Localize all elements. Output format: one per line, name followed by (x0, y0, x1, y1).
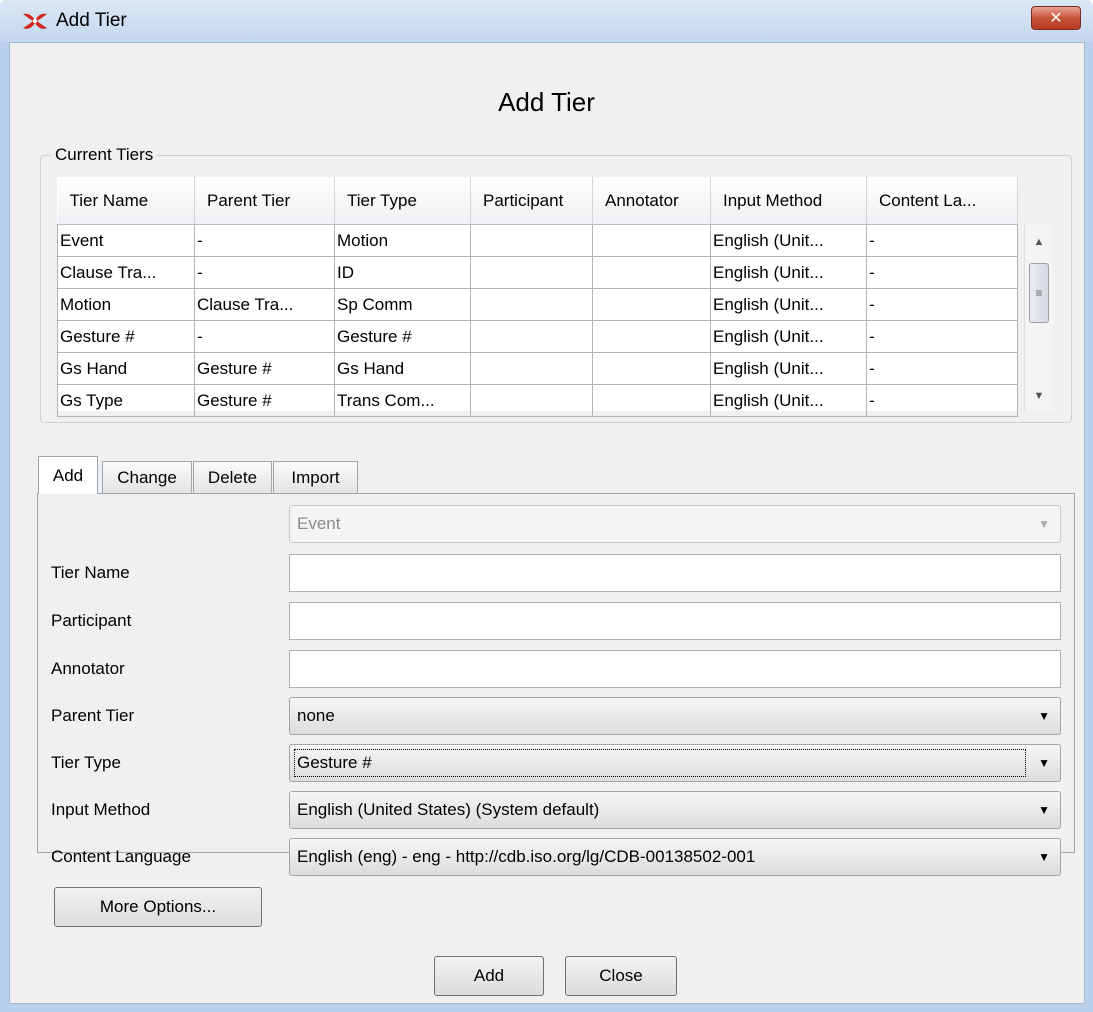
table-cell[interactable]: English (Unit... (710, 384, 867, 417)
table-cell[interactable]: - (866, 256, 1018, 289)
tier-name-label: Tier Name (51, 563, 130, 582)
table-cell[interactable]: English (Unit... (710, 288, 867, 321)
participant-field[interactable] (289, 602, 1061, 640)
tiers-table: Tier Name Parent Tier Tier Type Participant… (57, 177, 1018, 417)
column-header[interactable]: Parent Tier (194, 177, 335, 225)
table-cell[interactable]: Event (57, 224, 195, 257)
tier-selector-value: Event (297, 514, 341, 533)
table-cell[interactable] (592, 288, 711, 321)
elan-app-icon (20, 10, 50, 32)
table-cell[interactable]: - (194, 256, 335, 289)
annotator-label: Annotator (51, 659, 125, 678)
tier-name-field[interactable] (289, 554, 1061, 592)
participant-label: Participant (51, 611, 132, 630)
table-cell[interactable] (470, 320, 593, 353)
table-cell[interactable] (470, 224, 593, 257)
scroll-thumb[interactable]: ≡ (1029, 263, 1049, 323)
table-cell[interactable] (592, 384, 711, 417)
column-header[interactable]: Input Method (710, 177, 867, 225)
add-button[interactable]: Add (434, 956, 544, 996)
dialog-heading: Add Tier (498, 87, 595, 117)
table-cell[interactable]: English (Unit... (710, 224, 867, 257)
column-header[interactable]: Content La... (866, 177, 1018, 225)
table-cell[interactable]: Gesture # (57, 320, 195, 353)
content-language-value: English (eng) - eng - http://cdb.iso.org… (297, 847, 756, 866)
table-cell[interactable]: Gesture # (194, 384, 335, 417)
table-cell[interactable] (592, 320, 711, 353)
table-cell[interactable]: Motion (57, 288, 195, 321)
table-cell[interactable] (470, 352, 593, 385)
table-row[interactable]: Gs Type Gesture # Trans Com... English (Uni… (57, 384, 1018, 417)
tab-change[interactable]: Change (102, 461, 192, 493)
chevron-down-icon: ▼ (1038, 850, 1050, 864)
column-header[interactable]: Annotator (592, 177, 711, 225)
scroll-down-arrow-icon[interactable]: ▼ (1025, 385, 1053, 407)
close-button[interactable]: Close (565, 956, 677, 996)
table-row[interactable]: Motion Clause Tra... Sp Comm English (Unit.… (57, 288, 1018, 321)
table-row[interactable]: Event - Motion English (Unit... - (57, 224, 1018, 257)
input-method-select[interactable]: English (United States) (System default)… (289, 791, 1061, 829)
close-icon[interactable]: ✕ (1031, 6, 1081, 30)
column-header[interactable]: Tier Name (57, 177, 195, 225)
window-title: Add Tier (56, 10, 127, 31)
table-cell[interactable]: - (866, 224, 1018, 257)
table-cell[interactable]: Sp Comm (334, 288, 471, 321)
tier-type-label: Tier Type (51, 753, 121, 772)
table-cell[interactable]: Clause Tra... (57, 256, 195, 289)
table-cell[interactable]: - (866, 288, 1018, 321)
tab-import[interactable]: Import (273, 461, 358, 493)
parent-tier-select[interactable]: none ▼ (289, 697, 1061, 735)
chevron-down-icon: ▼ (1038, 756, 1050, 770)
table-cell[interactable] (592, 224, 711, 257)
table-cell[interactable] (592, 352, 711, 385)
table-cell[interactable] (470, 384, 593, 417)
table-cell[interactable]: Gs Type (57, 384, 195, 417)
chevron-down-icon: ▼ (1038, 709, 1050, 723)
table-cell[interactable]: Gs Hand (57, 352, 195, 385)
table-cell[interactable] (470, 288, 593, 321)
table-cell[interactable]: ID (334, 256, 471, 289)
parent-tier-label: Parent Tier (51, 706, 135, 725)
table-cell[interactable]: Gs Hand (334, 352, 471, 385)
tier-type-value: Gesture # (297, 753, 372, 772)
parent-tier-value: none (297, 706, 335, 725)
tier-selector-combo[interactable]: Event ▼ (289, 505, 1061, 543)
scroll-up-arrow-icon[interactable]: ▲ (1025, 231, 1053, 253)
table-cell[interactable] (592, 256, 711, 289)
table-row[interactable]: Gesture # - Gesture # English (Unit... - (57, 320, 1018, 353)
table-cell[interactable]: - (866, 320, 1018, 353)
table-cell[interactable]: - (866, 352, 1018, 385)
table-cell[interactable]: Gesture # (194, 352, 335, 385)
more-options-button[interactable]: More Options... (54, 887, 262, 927)
focus-ring (294, 749, 1026, 777)
column-header[interactable]: Participant (470, 177, 593, 225)
table-cell[interactable]: Clause Tra... (194, 288, 335, 321)
table-cell[interactable] (470, 256, 593, 289)
table-cell[interactable]: Motion (334, 224, 471, 257)
chevron-down-icon: ▼ (1038, 803, 1050, 817)
title-bar[interactable]: Add Tier ✕ (0, 0, 1093, 42)
content-language-label: Content Language (51, 847, 191, 866)
table-cell[interactable]: Gesture # (334, 320, 471, 353)
table-row[interactable]: Clause Tra... - ID English (Unit... - (57, 256, 1018, 289)
table-cell[interactable]: English (Unit... (710, 352, 867, 385)
chevron-down-icon: ▼ (1038, 517, 1050, 531)
table-cell[interactable]: English (Unit... (710, 256, 867, 289)
tab-delete[interactable]: Delete (193, 461, 272, 493)
input-method-value: English (United States) (System default) (297, 800, 600, 819)
content-language-select[interactable]: English (eng) - eng - http://cdb.iso.org… (289, 838, 1061, 876)
tab-add[interactable]: Add (38, 456, 98, 494)
table-cell[interactable]: - (194, 224, 335, 257)
current-tiers-label: Current Tiers (51, 145, 158, 165)
annotator-field[interactable] (289, 650, 1061, 688)
table-cell[interactable]: - (866, 384, 1018, 417)
tier-type-select[interactable]: Gesture # ▼ (289, 744, 1061, 782)
table-cell[interactable]: Trans Com... (334, 384, 471, 417)
tiers-table-scrollbar[interactable]: ▲ ≡ ▼ (1024, 225, 1053, 411)
table-cell[interactable]: - (194, 320, 335, 353)
table-row[interactable]: Gs Hand Gesture # Gs Hand English (Unit... - (57, 352, 1018, 385)
input-method-label: Input Method (51, 800, 151, 819)
column-header[interactable]: Tier Type (334, 177, 471, 225)
table-cell[interactable]: English (Unit... (710, 320, 867, 353)
